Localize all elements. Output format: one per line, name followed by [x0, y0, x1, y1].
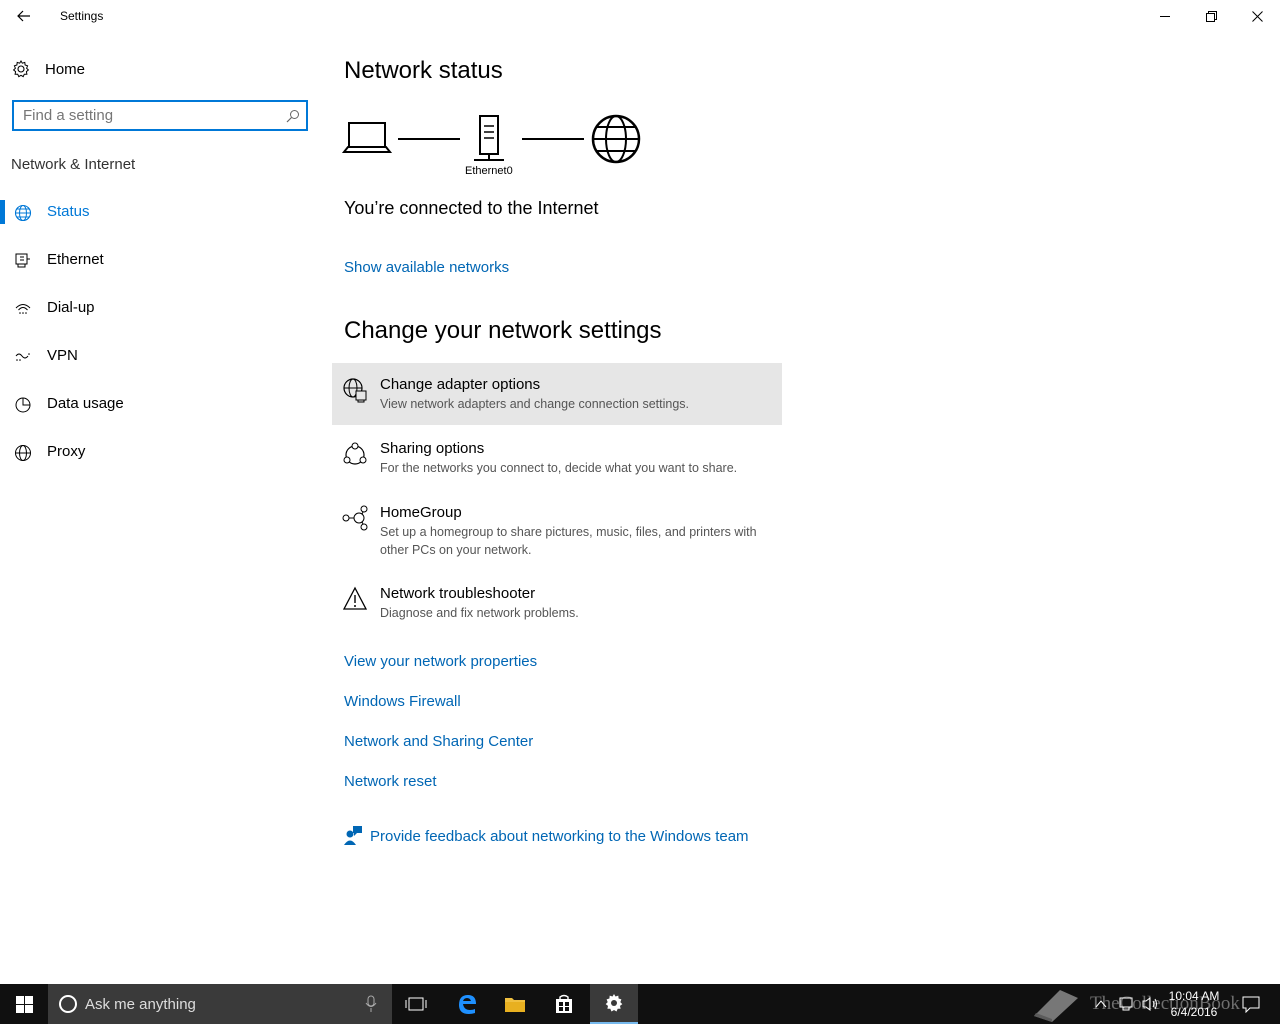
adapter-globe-icon: [343, 378, 367, 403]
warning-icon: [342, 586, 368, 610]
proxy-globe-icon: [15, 445, 31, 461]
microphone-icon[interactable]: [365, 995, 377, 1013]
feedback-link-row[interactable]: Provide feedback about networking to the…: [344, 826, 749, 846]
feedback-person-icon: [344, 826, 362, 845]
sidebar-item-label: Data usage: [47, 395, 124, 412]
sidebar-item-label: VPN: [47, 347, 78, 364]
homegroup-icon: [342, 505, 368, 531]
file-explorer-taskbar-button[interactable]: [491, 984, 539, 1024]
title-bar: Settings: [0, 0, 1280, 32]
action-center-icon[interactable]: [1242, 995, 1260, 1013]
option-title: Network troubleshooter: [380, 585, 536, 602]
cortana-search-box[interactable]: Ask me anything: [48, 984, 392, 1024]
sidebar-item-label: Dial-up: [47, 299, 95, 316]
settings-taskbar-button[interactable]: [590, 984, 638, 1024]
adapter-caption: Ethernet0: [465, 165, 513, 177]
back-arrow-icon: [17, 10, 30, 22]
task-view-icon: [405, 997, 427, 1011]
network-status-heading: Network status: [344, 57, 503, 84]
clock-date: 6/4/2016: [1170, 1005, 1218, 1019]
option-title: Sharing options: [380, 440, 485, 457]
system-clock[interactable]: 10:04 AM 6/4/2016: [1166, 988, 1222, 1020]
minimize-button[interactable]: [1142, 0, 1188, 32]
connection-status-text: You’re connected to the Internet: [344, 198, 599, 218]
sidebar-item-vpn[interactable]: VPN: [0, 336, 320, 376]
show-hidden-icons-chevron[interactable]: [1094, 996, 1108, 1012]
windows-firewall-link[interactable]: Windows Firewall: [344, 693, 461, 710]
sidebar-item-proxy[interactable]: Proxy: [0, 432, 320, 472]
change-settings-heading: Change your network settings: [344, 317, 662, 344]
start-button[interactable]: [0, 984, 48, 1024]
vpn-icon: [15, 353, 30, 361]
gear-icon: [12, 60, 30, 78]
option-description: Set up a homegroup to share pictures, mu…: [380, 525, 757, 557]
data-usage-icon: [15, 397, 31, 413]
task-view-button[interactable]: [392, 984, 440, 1024]
sidebar-section-title: Network & Internet: [11, 156, 136, 173]
settings-search-input[interactable]: [14, 102, 280, 129]
option-description: For the networks you connect to, decide …: [380, 461, 738, 475]
sidebar-item-label: Status: [47, 203, 90, 220]
search-icon[interactable]: [280, 109, 306, 123]
network-sharing-center-link[interactable]: Network and Sharing Center: [344, 733, 533, 750]
clock-time: 10:04 AM: [1168, 989, 1220, 1003]
edge-taskbar-button[interactable]: [443, 984, 491, 1024]
restore-icon: [1205, 10, 1217, 22]
network-troubleshooter-item[interactable]: Network troubleshooter Diagnose and fix …: [332, 572, 782, 634]
option-description: Diagnose and fix network problems.: [380, 606, 579, 620]
settings-search-box[interactable]: [12, 100, 308, 131]
option-description: View network adapters and change connect…: [380, 397, 689, 411]
laptop-icon: [341, 122, 393, 153]
sharing-options-item[interactable]: Sharing options For the networks you con…: [332, 427, 782, 489]
restore-button[interactable]: [1188, 0, 1234, 32]
cortana-placeholder: Ask me anything: [85, 996, 196, 1013]
close-button[interactable]: [1234, 0, 1280, 32]
change-adapter-options-item[interactable]: Change adapter options View network adap…: [332, 363, 782, 425]
feedback-link[interactable]: Provide feedback about networking to the…: [370, 828, 749, 845]
home-label: Home: [45, 60, 86, 78]
windows-logo-icon: [15, 995, 33, 1013]
cortana-icon: [59, 995, 77, 1013]
home-button[interactable]: Home: [12, 56, 308, 82]
edge-icon: [459, 995, 476, 1014]
view-network-properties-link[interactable]: View your network properties: [344, 653, 537, 670]
taskbar: Ask me anything TheCollectionBook 10:04 …: [0, 984, 1280, 1024]
window-title: Settings: [60, 9, 104, 23]
network-reset-link[interactable]: Network reset: [344, 773, 437, 790]
network-tray-icon[interactable]: [1118, 996, 1136, 1012]
ethernet-icon: [15, 253, 30, 268]
globe-status-icon: [14, 204, 32, 222]
close-icon: [1251, 10, 1263, 22]
ethernet-adapter-icon: [474, 115, 504, 161]
volume-icon[interactable]: [1142, 996, 1160, 1012]
back-button[interactable]: [8, 2, 40, 30]
sidebar-item-status[interactable]: Status: [0, 192, 320, 232]
gear-icon: [605, 994, 623, 1012]
sidebar-item-label: Ethernet: [47, 251, 104, 268]
show-available-networks-link[interactable]: Show available networks: [344, 259, 509, 276]
active-indicator: [0, 200, 5, 224]
sharing-icon: [343, 442, 367, 465]
option-title: Change adapter options: [380, 376, 541, 393]
store-taskbar-button[interactable]: [540, 984, 588, 1024]
sidebar-item-data-usage[interactable]: Data usage: [0, 384, 320, 424]
sidebar-item-label: Proxy: [47, 443, 86, 460]
book-logo-icon: [1034, 990, 1078, 1022]
minimize-icon: [1159, 15, 1170, 17]
homegroup-item[interactable]: HomeGroup Set up a homegroup to share pi…: [332, 491, 782, 569]
store-icon: [556, 994, 572, 1013]
sidebar-item-dialup[interactable]: Dial-up: [0, 288, 320, 328]
dialup-icon: [15, 304, 31, 314]
folder-icon: [505, 998, 525, 1012]
sidebar-item-ethernet[interactable]: Ethernet: [0, 240, 320, 280]
option-title: HomeGroup: [380, 504, 462, 521]
internet-globe-icon: [591, 114, 641, 164]
